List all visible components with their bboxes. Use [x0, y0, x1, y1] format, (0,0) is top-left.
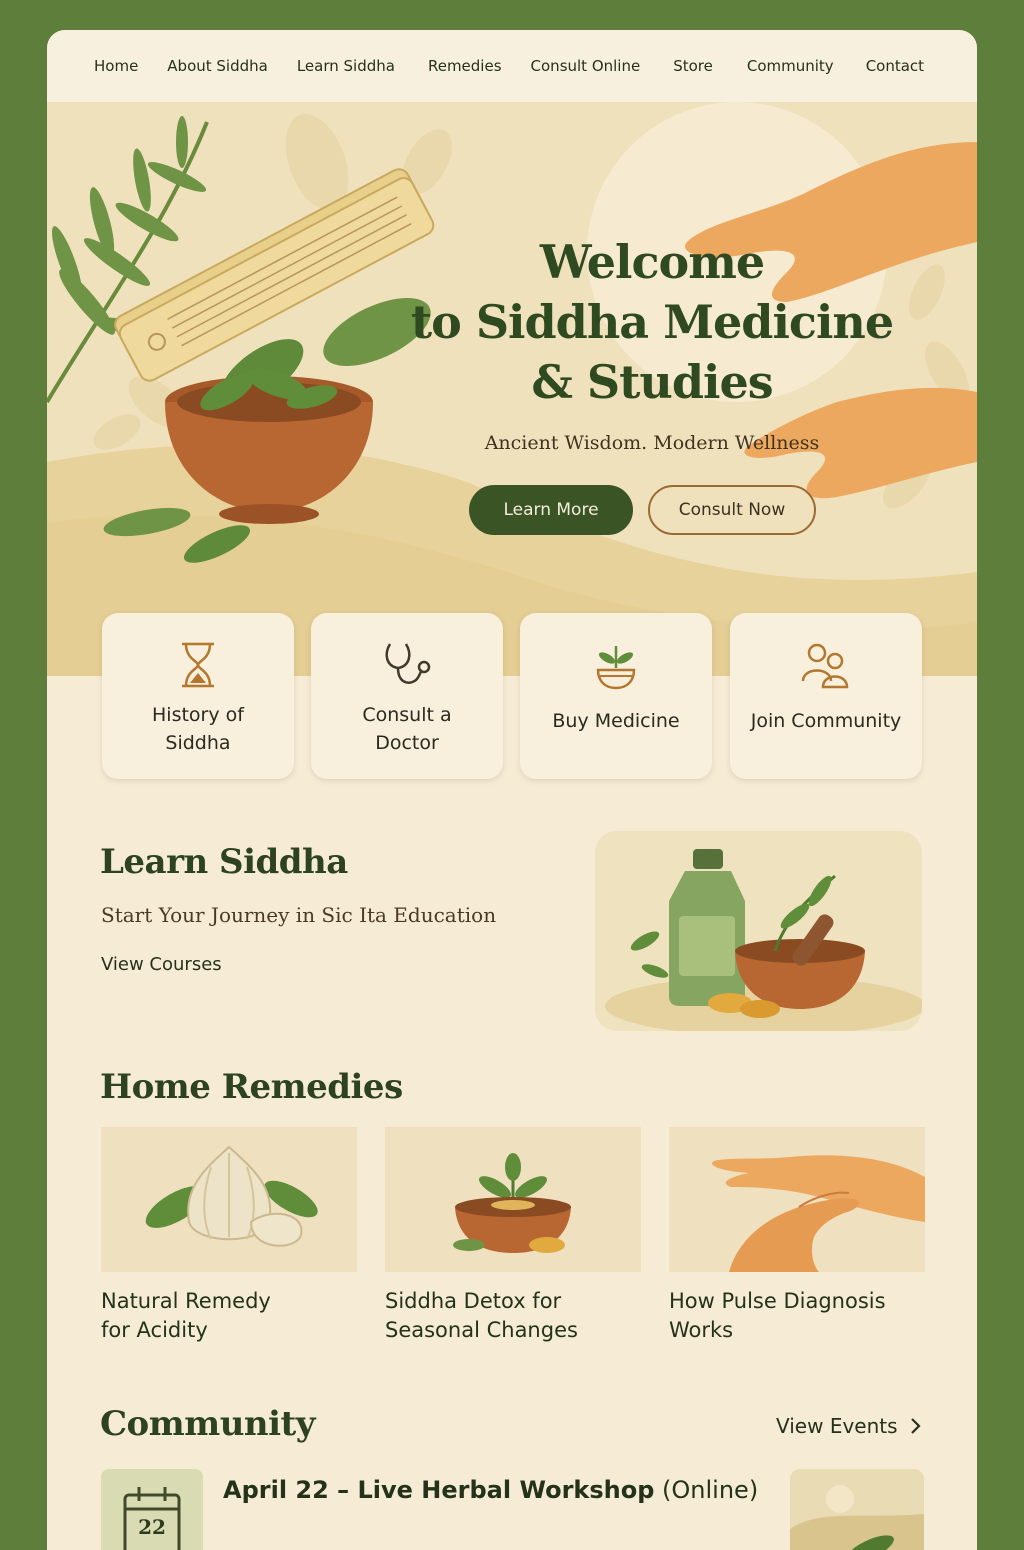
- view-courses-link[interactable]: View Courses: [101, 954, 222, 975]
- garlic-image: [101, 1127, 357, 1272]
- event-item[interactable]: April 22 – Live Herbal Workshop (Online): [223, 1476, 758, 1504]
- remedy-caption-line: Natural Remedy: [101, 1289, 271, 1313]
- learn-siddha-subtitle: Start Your Journey in Sic Ita Education: [101, 903, 497, 927]
- top-nav: Home About Siddha Learn Siddha Remedies …: [47, 30, 977, 102]
- view-events-label: View Events: [776, 1414, 898, 1438]
- calendar-icon: 22: [101, 1469, 203, 1550]
- view-events-link[interactable]: View Events: [776, 1414, 922, 1438]
- calendar-day: 22: [138, 1515, 166, 1539]
- remedy-card-pulse-diagnosis[interactable]: How Pulse Diagnosis Works: [669, 1127, 925, 1345]
- learn-siddha-image: [595, 831, 922, 1031]
- remedy-caption-line: Siddha Detox for: [385, 1289, 562, 1313]
- remedy-caption: Siddha Detox for Seasonal Changes: [385, 1287, 641, 1345]
- learn-more-button[interactable]: Learn More: [469, 485, 633, 535]
- card-label: Buy Medicine: [542, 707, 689, 735]
- event-title: April 22 – Live Herbal Workshop: [223, 1476, 655, 1504]
- page-frame: Home About Siddha Learn Siddha Remedies …: [47, 30, 977, 1550]
- learn-siddha-title: Learn Siddha: [100, 842, 348, 882]
- hero-title-line-3: & Studies: [531, 355, 773, 409]
- quick-links: History of Siddha Consult a Doctor Buy M…: [102, 613, 922, 781]
- card-label: Consult a Doctor: [352, 701, 461, 757]
- hero-title: Welcome to Siddha Medicine & Studies: [407, 232, 897, 412]
- card-label: Join Community: [741, 707, 912, 735]
- card-label-line: Join Community: [750, 710, 902, 732]
- remedy-caption-line: for Acidity: [101, 1318, 208, 1342]
- card-label-line: Doctor: [375, 732, 439, 754]
- event-format: (Online): [654, 1476, 759, 1504]
- remedy-card-detox[interactable]: Siddha Detox for Seasonal Changes: [385, 1127, 641, 1345]
- nav-learn-siddha[interactable]: Learn Siddha: [297, 57, 395, 75]
- herb-bowl-icon: [596, 646, 636, 690]
- community-title: Community: [100, 1404, 316, 1444]
- nav-consult-online[interactable]: Consult Online: [531, 57, 641, 75]
- card-label-line: Siddha: [165, 732, 231, 754]
- home-remedies-title: Home Remedies: [100, 1067, 403, 1107]
- chevron-right-icon: [910, 1417, 922, 1435]
- event-image: [790, 1469, 924, 1550]
- remedy-caption: How Pulse Diagnosis Works: [669, 1287, 925, 1345]
- remedy-caption-line: Seasonal Changes: [385, 1318, 578, 1342]
- consult-now-button[interactable]: Consult Now: [648, 485, 816, 535]
- card-history-of-siddha[interactable]: History of Siddha: [102, 613, 294, 779]
- nav-about-siddha[interactable]: About Siddha: [167, 57, 268, 75]
- remedy-card-acidity[interactable]: Natural Remedy for Acidity: [101, 1127, 357, 1345]
- hero-title-line-1: Welcome: [539, 235, 765, 289]
- remedy-caption-line: Works: [669, 1318, 734, 1342]
- hero-section: Welcome to Siddha Medicine & Studies Anc…: [47, 102, 977, 676]
- nav-remedies[interactable]: Remedies: [428, 57, 502, 75]
- card-buy-medicine[interactable]: Buy Medicine: [520, 613, 712, 779]
- nav-community[interactable]: Community: [747, 57, 834, 75]
- remedy-caption-line: How Pulse Diagnosis: [669, 1289, 886, 1313]
- hero-subtitle: Ancient Wisdom. Modern Wellness: [484, 432, 820, 454]
- card-label-line: Buy Medicine: [552, 710, 680, 732]
- card-label: History of Siddha: [142, 701, 254, 757]
- nav-home[interactable]: Home: [94, 57, 138, 75]
- herb-bowl-image: [385, 1127, 641, 1272]
- people-icon: [801, 643, 849, 689]
- card-label-line: History of: [152, 704, 244, 726]
- pulse-hands-image: [669, 1127, 925, 1272]
- card-consult-a-doctor[interactable]: Consult a Doctor: [311, 613, 503, 779]
- card-label-line: Consult a: [362, 704, 452, 726]
- nav-contact[interactable]: Contact: [866, 57, 924, 75]
- remedy-caption: Natural Remedy for Acidity: [101, 1287, 357, 1345]
- hourglass-icon: [182, 642, 214, 688]
- nav-store[interactable]: Store: [673, 57, 713, 75]
- card-join-community[interactable]: Join Community: [730, 613, 922, 779]
- hero-title-line-2: to Siddha Medicine: [410, 295, 894, 349]
- stethoscope-icon: [385, 643, 431, 684]
